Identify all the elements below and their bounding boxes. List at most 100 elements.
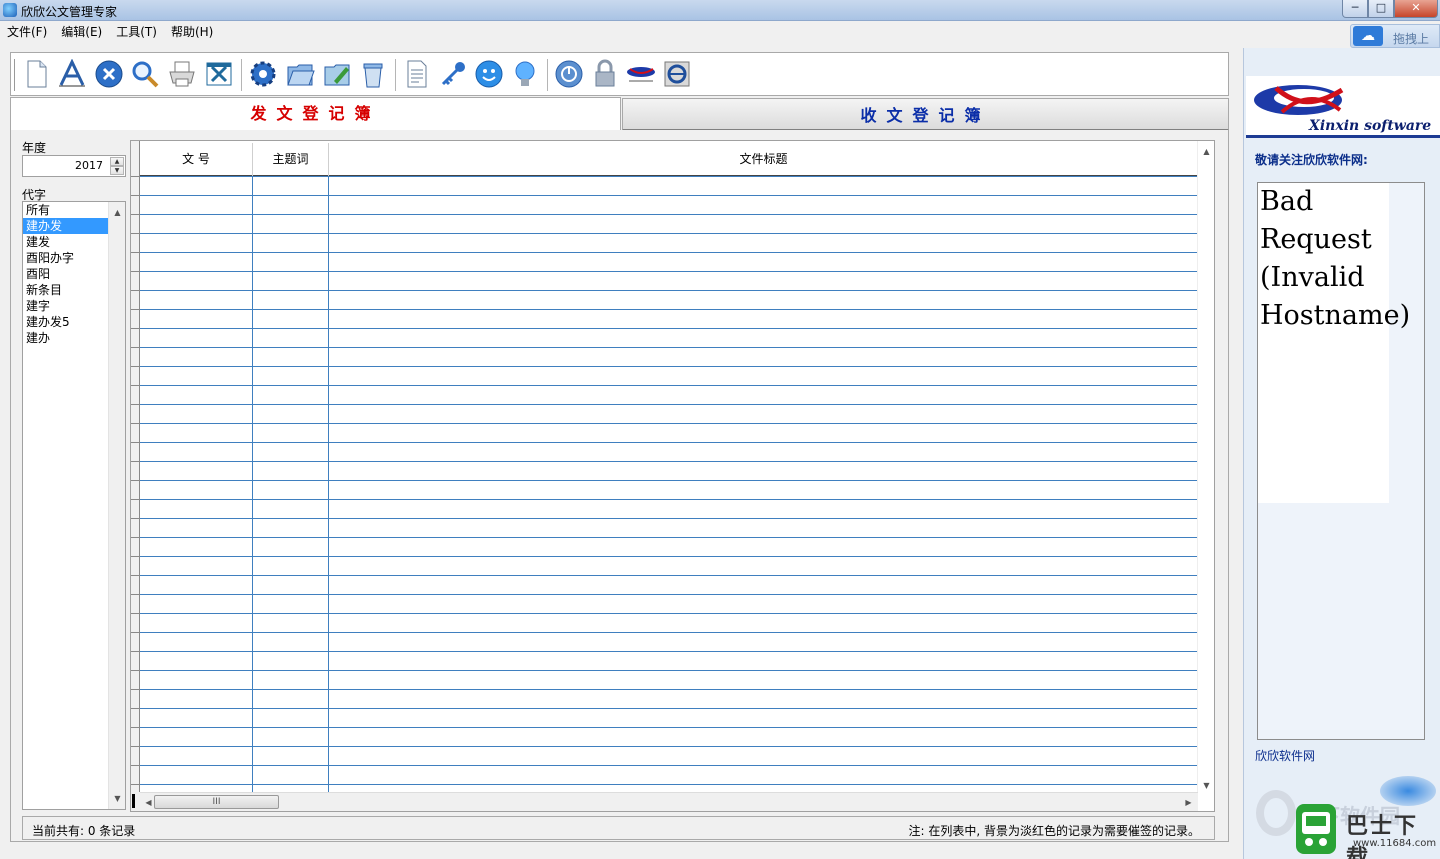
scroll-up-icon[interactable]: ▲ xyxy=(1198,143,1214,160)
row-header-line xyxy=(131,233,140,234)
settings-gear-icon[interactable] xyxy=(247,58,279,90)
year-spinner[interactable]: 2017 ▲ ▼ xyxy=(22,155,126,177)
ie-globe-icon[interactable] xyxy=(661,58,693,90)
code-item[interactable]: 建办发5 xyxy=(23,314,108,330)
row-header-line xyxy=(131,480,140,481)
print-icon[interactable] xyxy=(166,58,198,90)
code-item[interactable]: 酉阳办字 xyxy=(23,250,108,266)
grid-row-line xyxy=(140,746,1198,747)
grid-row-line xyxy=(140,252,1198,253)
row-header-line xyxy=(131,594,140,595)
web-error-message: Bad Request (Invalid Hostname) xyxy=(1260,186,1411,331)
grid-horizontal-scrollbar[interactable]: ◀ III ▶ xyxy=(140,792,1198,811)
export-excel-icon[interactable] xyxy=(203,58,235,90)
document-grid[interactable]: 文 号 主题词 文件标题 ▲ ▼ ◀ III ▶ xyxy=(130,140,1215,812)
open-folder-icon[interactable] xyxy=(284,58,316,90)
grid-row-line xyxy=(140,347,1198,348)
code-item-selected[interactable]: 建办发 xyxy=(23,218,108,234)
row-header-line xyxy=(131,651,140,652)
xinxin-logo-icon[interactable] xyxy=(625,58,657,90)
search-icon[interactable] xyxy=(129,58,161,90)
spin-up-icon[interactable]: ▲ xyxy=(110,157,124,166)
minimize-button[interactable]: ─ xyxy=(1342,0,1368,18)
code-item[interactable]: 所有 xyxy=(23,202,108,218)
grid-row-line xyxy=(140,689,1198,690)
grid-row-line xyxy=(140,442,1198,443)
year-label: 年度 xyxy=(22,141,47,155)
horizontal-scroll-thumb[interactable]: III xyxy=(154,795,279,809)
row-header-line xyxy=(131,765,140,766)
toolbar-separator xyxy=(395,59,397,91)
site-link[interactable]: 欣欣软件网 xyxy=(1255,747,1315,764)
scroll-down-icon[interactable]: ▼ xyxy=(109,790,126,807)
code-item[interactable]: 建办 xyxy=(23,330,108,346)
maximize-button[interactable]: □ xyxy=(1368,0,1394,18)
row-header-line xyxy=(131,708,140,709)
grid-row-line xyxy=(140,480,1198,481)
row-header-line xyxy=(131,328,140,329)
column-divider xyxy=(252,176,253,793)
code-item[interactable]: 新条目 xyxy=(23,282,108,298)
watermark-logo xyxy=(1256,790,1296,836)
close-circle-icon[interactable] xyxy=(93,58,125,90)
grid-vertical-scrollbar[interactable]: ▲ ▼ xyxy=(1197,141,1214,794)
grid-corner xyxy=(131,792,140,811)
row-header-line xyxy=(131,632,140,633)
trash-icon[interactable] xyxy=(357,58,389,90)
new-file-icon[interactable] xyxy=(20,58,52,90)
star-decoration xyxy=(1380,776,1436,806)
close-button[interactable]: ✕ xyxy=(1394,0,1438,18)
row-header-line xyxy=(131,423,140,424)
row-header-line xyxy=(131,556,140,557)
scroll-right-icon[interactable]: ▶ xyxy=(1180,794,1197,811)
grid-row-line xyxy=(140,594,1198,595)
grid-row-line xyxy=(140,328,1198,329)
smiley-icon[interactable] xyxy=(473,58,505,90)
column-header-title[interactable]: 文件标题 xyxy=(329,143,1198,176)
grid-row-line xyxy=(140,651,1198,652)
scroll-up-icon[interactable]: ▲ xyxy=(109,204,126,221)
follow-label: 敬请关注欣欣软件网: xyxy=(1255,153,1368,167)
web-content-box: Bad Request (Invalid Hostname) xyxy=(1257,182,1425,740)
code-item[interactable]: 酉阳 xyxy=(23,266,108,282)
tab-send-register[interactable]: 发文登记簿 xyxy=(10,97,621,131)
lightbulb-icon[interactable] xyxy=(509,58,541,90)
row-header-line xyxy=(131,309,140,310)
grid-body[interactable] xyxy=(140,176,1198,793)
key-icon[interactable] xyxy=(437,58,469,90)
menu-tools[interactable]: 工具(T) xyxy=(116,23,157,40)
tab-receive-register[interactable]: 收文登记簿 xyxy=(622,98,1229,131)
menu-file[interactable]: 文件(F) xyxy=(7,23,47,40)
bus-icon xyxy=(1302,812,1330,846)
drag-upload-button[interactable]: ☁ 拖拽上传 xyxy=(1350,24,1440,63)
status-note: 注: 在列表中, 背景为淡红色的记录为需要催签的记录。 xyxy=(908,824,1201,838)
code-list[interactable]: 所有 建办发 建发 酉阳办字 酉阳 新条目 建字 建办发5 建办 ▲ ▼ xyxy=(22,201,126,810)
column-header-doc-number[interactable]: 文 号 xyxy=(140,143,253,176)
code-item[interactable]: 建字 xyxy=(23,298,108,314)
font-icon[interactable] xyxy=(56,58,88,90)
toolbar-separator xyxy=(241,59,243,91)
toolbar-grip[interactable] xyxy=(14,59,17,91)
row-header-line xyxy=(131,784,140,785)
row-header-line xyxy=(131,537,140,538)
row-header-line xyxy=(131,727,140,728)
row-header-line xyxy=(131,575,140,576)
grid-row-line xyxy=(140,556,1198,557)
menu-bar: 文件(F) 编辑(E) 工具(T) 帮助(H) xyxy=(0,21,1240,42)
column-header-keywords[interactable]: 主题词 xyxy=(253,143,329,176)
power-icon[interactable] xyxy=(553,58,585,90)
window-title: 欣欣公文管理专家 xyxy=(21,5,118,19)
menu-help[interactable]: 帮助(H) xyxy=(171,23,213,40)
lock-icon[interactable] xyxy=(589,58,621,90)
code-list-scrollbar[interactable]: ▲ ▼ xyxy=(108,202,125,809)
grid-row-line xyxy=(140,613,1198,614)
spin-down-icon[interactable]: ▼ xyxy=(110,166,124,175)
web-content-page: Bad Request (Invalid Hostname) xyxy=(1258,183,1410,503)
document-icon[interactable] xyxy=(401,58,433,90)
scroll-down-icon[interactable]: ▼ xyxy=(1198,777,1214,794)
code-item[interactable]: 建发 xyxy=(23,234,108,250)
menu-edit[interactable]: 编辑(E) xyxy=(61,23,102,40)
grid-header: 文 号 主题词 文件标题 xyxy=(140,143,1198,176)
edit-folder-icon[interactable] xyxy=(321,58,353,90)
row-header-line xyxy=(131,347,140,348)
